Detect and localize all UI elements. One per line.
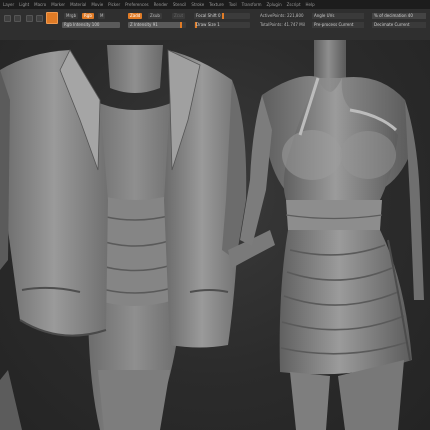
menu-item-layer[interactable]: Layer	[3, 0, 14, 9]
menu-item-picker[interactable]: Picker	[108, 0, 120, 9]
zbrush-window: Layer Light Macro Marker Material Movie Picker…	[0, 0, 430, 430]
active-points-readout: ActivePoints: 221,800	[260, 13, 304, 18]
menu-item-material[interactable]: Material	[70, 0, 86, 9]
focal-shift-label: Focal Shift 0	[196, 13, 221, 18]
3d-viewport[interactable]	[0, 40, 430, 430]
tool-shelf: Mrgb Rgb M Rgb Intensity 100 Zadd Zsub Z…	[0, 9, 430, 41]
menu-item-stencil[interactable]: Stencil	[173, 0, 187, 9]
menu-item-macro[interactable]: Macro	[34, 0, 46, 9]
rgb-button[interactable]: Rgb	[82, 13, 94, 19]
focal-shift-slider[interactable]: Focal Shift 0	[194, 13, 250, 19]
move-mode-icon[interactable]	[26, 15, 33, 22]
sculpt-render	[0, 40, 424, 430]
preprocess-current-button[interactable]: Pre-process Current	[312, 22, 364, 28]
menu-item-zplugin[interactable]: Zplugin	[267, 0, 282, 9]
menu-item-render[interactable]: Render	[154, 0, 168, 9]
menu-item-light[interactable]: Light	[19, 0, 29, 9]
total-points-readout: TotalPoints: 41.747 Mil	[260, 22, 305, 27]
menu-bar: Layer Light Macro Marker Material Movie Picker…	[0, 0, 430, 9]
menu-item-tool[interactable]: Tool	[229, 0, 237, 9]
menu-item-movie[interactable]: Movie	[91, 0, 103, 9]
menu-item-marker[interactable]: Marker	[51, 0, 65, 9]
draw-size-slider[interactable]: Draw Size 1	[194, 22, 250, 28]
rgb-intensity-slider[interactable]: Rgb Intensity 100	[62, 22, 120, 28]
mrgb-button[interactable]: Mrgb	[64, 13, 79, 19]
menu-item-preferences[interactable]: Preferences	[125, 0, 149, 9]
rgb-intensity-label: Rgb Intensity 100	[64, 22, 100, 27]
left-figure-blazer-outfit	[0, 45, 275, 430]
edit-mode-icon[interactable]	[4, 15, 11, 22]
menu-item-stroke[interactable]: Stroke	[191, 0, 204, 9]
menu-item-transform[interactable]: Transform	[242, 0, 262, 9]
brush-select-icon[interactable]	[46, 12, 58, 24]
decimate-current-button[interactable]: Decimate Current	[372, 22, 426, 28]
angle-uvs-field[interactable]: Angle UVs	[312, 13, 364, 19]
decimation-percent-slider[interactable]: % of decimation 40	[372, 13, 426, 19]
menu-item-texture[interactable]: Texture	[209, 0, 224, 9]
scale-mode-icon[interactable]	[36, 15, 43, 22]
z-intensity-label: Z Intensity 91	[130, 22, 158, 27]
draw-mode-icon[interactable]	[14, 15, 21, 22]
z-intensity-slider[interactable]: Z Intensity 91	[128, 22, 186, 28]
m-button[interactable]: M	[98, 13, 106, 19]
menu-item-zscript[interactable]: Zscript	[287, 0, 301, 9]
draw-size-label: Draw Size 1	[196, 22, 220, 27]
menu-item-help[interactable]: Help	[306, 0, 315, 9]
zsub-button[interactable]: Zsub	[148, 13, 162, 19]
zcut-button[interactable]: Zcut	[172, 13, 186, 19]
zadd-button[interactable]: Zadd	[128, 13, 143, 19]
